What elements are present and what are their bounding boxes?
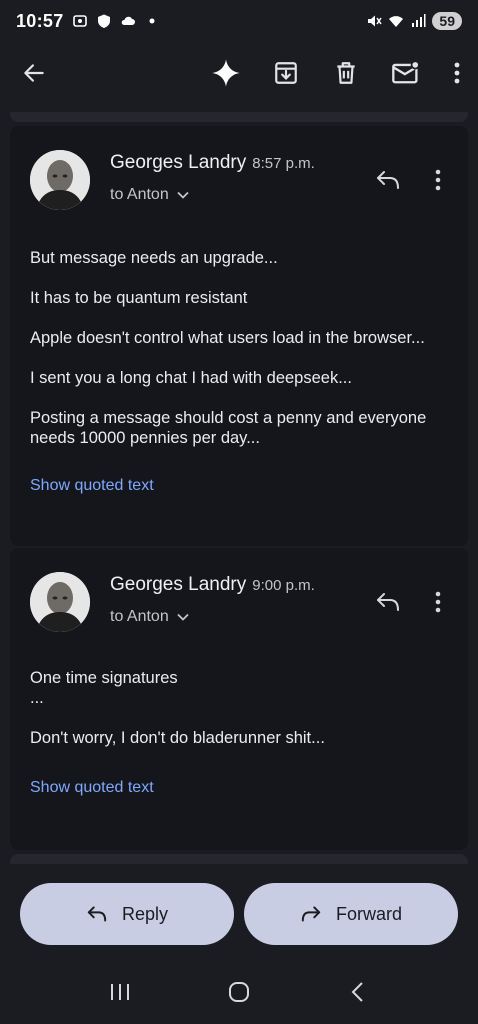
toolbar-actions	[202, 49, 472, 97]
recipient-toggle[interactable]: to Anton	[110, 186, 189, 204]
cloud-icon	[121, 16, 135, 25]
message-body: But message needs an upgrade... It has t…	[30, 248, 444, 468]
chevron-down-icon	[177, 191, 189, 199]
archive-icon	[275, 62, 297, 84]
notification-dot-icon	[149, 18, 155, 24]
status-left: 10:57	[16, 11, 160, 32]
body-paragraph: I sent you a long chat I had with deepse…	[30, 369, 352, 387]
message-header: Georges Landry 9:00 p.m. to Anton	[10, 548, 468, 648]
recent-apps-icon	[110, 984, 129, 1000]
sender-name-text: Georges Landry	[110, 574, 247, 595]
body-paragraph: One time signatures ...	[30, 669, 178, 707]
reply-icon	[87, 906, 107, 922]
sender-name: Georges Landry 8:57 p.m.	[110, 152, 315, 174]
sender-name: Georges Landry 9:00 p.m.	[110, 574, 315, 596]
avatar[interactable]	[30, 572, 90, 632]
message-time: 9:00 p.m.	[252, 577, 315, 594]
reply-label: Reply	[121, 903, 169, 924]
chevron-down-icon	[177, 613, 189, 621]
mark-unread-icon	[392, 60, 420, 84]
sender-name-text: Georges Landry	[110, 152, 247, 173]
wifi-icon	[389, 16, 404, 27]
status-bar: 10:57 59	[0, 0, 478, 42]
mark-unread-button[interactable]	[382, 49, 430, 97]
message-time: 8:57 p.m.	[252, 155, 315, 172]
reply-icon	[377, 171, 399, 189]
avatar[interactable]	[30, 150, 90, 210]
sparkle-icon	[212, 59, 240, 87]
chevron-left-icon	[351, 982, 364, 1002]
avatar-photo-icon	[30, 572, 90, 632]
recipient-toggle[interactable]: to Anton	[110, 608, 189, 626]
message-more-button[interactable]	[426, 162, 450, 198]
status-right: 59	[366, 12, 462, 30]
forward-label: Forward	[335, 903, 402, 924]
show-quoted-text-link[interactable]: Show quoted text	[30, 779, 154, 797]
reply-icon	[377, 593, 399, 611]
avatar-photo-icon	[30, 150, 90, 210]
system-back-button[interactable]	[338, 972, 378, 1012]
status-time: 10:57	[16, 10, 64, 31]
archive-button[interactable]	[262, 49, 310, 97]
reply-button[interactable]	[370, 162, 406, 198]
bottom-actions: Reply Forward	[20, 883, 458, 945]
email-toolbar	[0, 42, 478, 104]
show-quoted-text-link[interactable]: Show quoted text	[30, 477, 154, 495]
next-message-fragment	[10, 854, 468, 864]
system-nav-bar	[0, 960, 478, 1024]
delete-button[interactable]	[322, 49, 370, 97]
body-paragraph: But message needs an upgrade...	[30, 249, 278, 267]
body-paragraph: It has to be quantum resistant	[30, 289, 248, 307]
body-paragraph: Apple doesn't control what users load in…	[30, 329, 425, 347]
back-arrow-icon	[24, 64, 44, 82]
more-vert-icon	[435, 169, 441, 191]
gemini-button[interactable]	[202, 49, 250, 97]
forward-icon	[301, 906, 321, 922]
previous-message-fragment	[10, 112, 468, 122]
more-options-button[interactable]	[442, 49, 472, 97]
email-message-card[interactable]: Georges Landry 8:57 p.m. to Anton But mes…	[10, 126, 468, 546]
home-button[interactable]	[219, 972, 259, 1012]
recipient-text: to Anton	[110, 186, 169, 203]
message-more-button[interactable]	[426, 584, 450, 620]
more-vert-icon	[454, 62, 460, 84]
mute-icon	[368, 15, 383, 27]
recipient-text: to Anton	[110, 608, 169, 625]
body-paragraph: Don't worry, I don't do bladerunner shit…	[30, 729, 325, 747]
email-message-card[interactable]: Georges Landry 9:00 p.m. to Anton One tim…	[10, 548, 468, 850]
back-button[interactable]	[10, 49, 58, 97]
recent-apps-button[interactable]	[100, 972, 140, 1012]
body-paragraph: Posting a message should cost a penny an…	[30, 409, 427, 447]
more-vert-icon	[435, 591, 441, 613]
message-header: Georges Landry 8:57 p.m. to Anton	[10, 126, 468, 226]
reply-action-button[interactable]: Reply	[20, 883, 234, 945]
message-body: One time signatures ... Don't worry, I d…	[30, 668, 444, 768]
home-icon	[228, 982, 249, 1002]
battery-indicator: 59	[432, 12, 462, 30]
reply-button[interactable]	[370, 584, 406, 620]
delete-icon	[337, 62, 355, 84]
screenshot-icon	[72, 15, 87, 27]
signal-icon	[412, 14, 426, 27]
shield-icon	[97, 14, 110, 28]
forward-action-button[interactable]: Forward	[244, 883, 458, 945]
